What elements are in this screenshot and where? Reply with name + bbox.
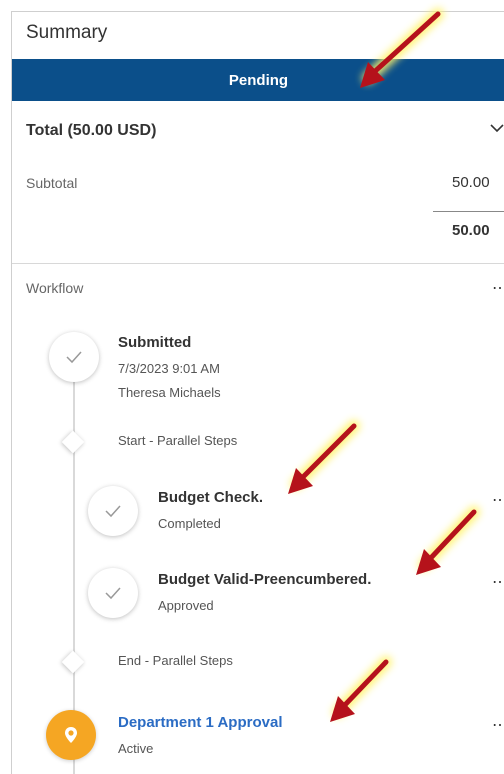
arrow-to-department-approval <box>330 656 392 722</box>
arrow-to-budget-check <box>288 420 360 494</box>
arrow-to-budget-valid <box>416 506 480 575</box>
annotation-arrows <box>288 8 480 722</box>
arrow-to-pending <box>360 8 444 88</box>
